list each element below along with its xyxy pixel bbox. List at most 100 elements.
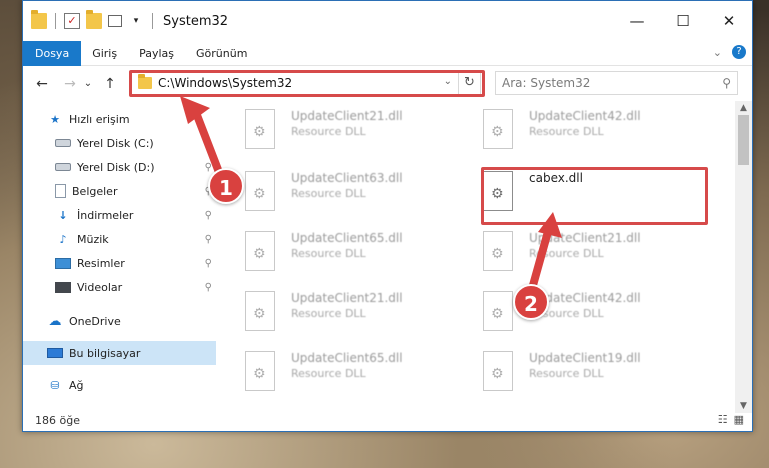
tab-file[interactable]: Dosya — [23, 40, 82, 66]
file-name: UpdateClient19.dll — [529, 351, 641, 365]
file-type: Resource DLL — [529, 125, 604, 138]
scroll-thumb[interactable] — [738, 115, 749, 165]
sidebar-item-label: Hızlı erişim — [69, 112, 130, 126]
sidebar-item-music[interactable]: ♪ Müzik ⚲ — [23, 227, 216, 251]
gear-icon: ⚙ — [253, 124, 266, 140]
file-type: Resource DLL — [529, 367, 604, 380]
gear-icon: ⚙ — [253, 306, 266, 322]
window-title: System32 — [163, 13, 229, 29]
dll-file-icon: ⚙ — [483, 231, 513, 271]
forward-button[interactable]: → — [59, 76, 81, 92]
sidebar-item-quick-access[interactable]: ★ Hızlı erişim — [23, 107, 216, 131]
ribbon-tabs: Dosya Giriş Paylaş Görünüm ⌄ ? — [23, 40, 752, 66]
file-item[interactable]: ⚙ UpdateClient65.dll Resource DLL — [221, 229, 451, 279]
gear-icon: ⚙ — [253, 186, 266, 202]
dll-file-icon: ⚙ — [245, 291, 275, 331]
sidebar-item-label: Ağ — [69, 378, 84, 392]
up-button[interactable]: ↑ — [99, 76, 121, 92]
file-item[interactable]: ⚙ UpdateClient63.dll Resource DLL — [221, 169, 451, 219]
file-name: UpdateClient21.dll — [291, 109, 403, 123]
help-icon[interactable]: ? — [732, 45, 746, 59]
file-item[interactable]: ⚙ UpdateClient21.dll Resource DLL — [221, 107, 451, 157]
sidebar-item-onedrive[interactable]: ☁ OneDrive — [23, 309, 216, 333]
cloud-icon: ☁ — [48, 313, 62, 329]
close-button[interactable]: ✕ — [706, 1, 752, 41]
tab-share[interactable]: Paylaş — [128, 41, 185, 66]
sidebar-item-local-disk-c[interactable]: Yerel Disk (C:) ⚲ — [23, 131, 216, 155]
sidebar-item-label: Yerel Disk (D:) — [77, 160, 155, 174]
dropdown-icon[interactable]: ▾ — [128, 13, 144, 29]
file-item[interactable]: ⚙ UpdateClient21.dll Resource DLL — [221, 289, 451, 339]
status-bar: 186 öğe ☷ ▦ — [23, 409, 752, 431]
search-placeholder: Ara: System32 — [502, 76, 591, 90]
properties-icon[interactable]: ✓ — [64, 13, 80, 29]
recent-locations-button[interactable]: ⌄ — [81, 78, 95, 89]
sidebar-item-label: OneDrive — [69, 314, 121, 328]
item-count: 186 öğe — [35, 413, 80, 427]
file-item[interactable]: ⚙ UpdateClient42.dll Resource DLL — [459, 107, 689, 157]
document-icon — [55, 184, 66, 198]
star-icon: ★ — [50, 112, 60, 126]
file-item[interactable]: ⚙ UpdateClient42.dll Resource DLL — [459, 289, 689, 339]
sidebar-item-label: Yerel Disk (C:) — [77, 136, 154, 150]
view-icon[interactable] — [108, 15, 122, 27]
pin-icon: ⚲ — [204, 257, 212, 269]
videos-icon — [55, 281, 71, 293]
dll-file-icon: ⚙ — [483, 351, 513, 391]
sidebar-item-this-pc[interactable]: Bu bilgisayar — [23, 341, 216, 365]
gear-icon: ⚙ — [491, 306, 504, 322]
sidebar-item-documents[interactable]: Belgeler ⚲ — [23, 179, 216, 203]
music-icon: ♪ — [59, 232, 67, 246]
sidebar-item-label: İndirmeler — [77, 208, 134, 222]
file-type: Resource DLL — [291, 125, 366, 138]
step-2-badge: 2 — [513, 284, 549, 320]
computer-icon — [47, 348, 63, 358]
step-1-badge: 1 — [208, 168, 244, 204]
separator — [152, 13, 153, 29]
pin-icon: ⚲ — [204, 209, 212, 221]
navigation-bar: ← → ⌄ ↑ C:\Windows\System32 ⌄ ↻ Ara: Sys… — [23, 66, 752, 101]
search-box[interactable]: Ara: System32 ⚲ — [495, 71, 738, 95]
quick-access-toolbar: ✓ ▾ — [23, 1, 155, 41]
file-item[interactable]: ⚙ UpdateClient65.dll Resource DLL — [221, 349, 451, 399]
new-folder-icon[interactable] — [86, 10, 102, 29]
sidebar-item-network[interactable]: ⛁ Ağ — [23, 373, 216, 397]
tab-home[interactable]: Giriş — [81, 41, 128, 66]
details-view-icon[interactable]: ☷ — [718, 413, 728, 426]
dll-file-icon: ⚙ — [245, 231, 275, 271]
back-button[interactable]: ← — [31, 76, 53, 92]
gear-icon: ⚙ — [491, 124, 504, 140]
folder-icon — [31, 10, 47, 29]
maximize-button[interactable]: ☐ — [660, 1, 706, 41]
file-name: UpdateClient65.dll — [291, 231, 403, 245]
network-icon: ⛁ — [50, 378, 60, 392]
file-type: Resource DLL — [291, 367, 366, 380]
sidebar-item-videos[interactable]: Videolar ⚲ — [23, 275, 216, 299]
separator — [55, 13, 56, 29]
sidebar-item-downloads[interactable]: ↓ İndirmeler ⚲ — [23, 203, 216, 227]
pictures-icon — [55, 257, 71, 269]
file-type: Resource DLL — [529, 247, 604, 260]
drive-icon — [55, 139, 71, 147]
vertical-scrollbar[interactable]: ▲ ▼ — [735, 101, 752, 413]
dll-file-icon: ⚙ — [483, 291, 513, 331]
file-type: Resource DLL — [291, 247, 366, 260]
file-name: UpdateClient63.dll — [291, 171, 403, 185]
expand-ribbon-icon[interactable]: ⌄ — [713, 46, 722, 59]
pin-icon: ⚲ — [204, 233, 212, 245]
scroll-up-icon[interactable]: ▲ — [735, 103, 752, 113]
sidebar-item-label: Bu bilgisayar — [69, 346, 141, 360]
tab-view[interactable]: Görünüm — [185, 41, 258, 66]
view-switcher: ☷ ▦ — [718, 413, 744, 426]
navigation-pane: ★ Hızlı erişim Yerel Disk (C:) ⚲ Yerel D… — [23, 105, 216, 407]
download-icon: ↓ — [58, 208, 68, 222]
large-icons-view-icon[interactable]: ▦ — [734, 413, 744, 426]
dll-file-icon: ⚙ — [245, 171, 275, 211]
sidebar-item-pictures[interactable]: Resimler ⚲ — [23, 251, 216, 275]
file-item[interactable]: ⚙ UpdateClient19.dll Resource DLL — [459, 349, 689, 399]
file-name: UpdateClient21.dll — [529, 231, 641, 245]
file-item[interactable]: ⚙ UpdateClient21.dll Resource DLL — [459, 229, 689, 279]
minimize-button[interactable]: — — [614, 1, 660, 41]
file-name: UpdateClient42.dll — [529, 109, 641, 123]
sidebar-item-local-disk-d[interactable]: Yerel Disk (D:) ⚲ — [23, 155, 216, 179]
